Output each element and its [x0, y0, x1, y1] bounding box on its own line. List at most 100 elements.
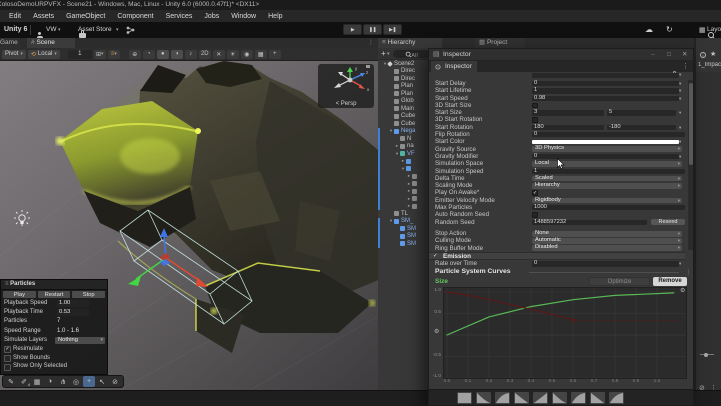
add-object-button[interactable]: +	[381, 48, 386, 59]
gravity-source-dropdown[interactable]: 3D Physics ▾	[532, 146, 682, 153]
scene-toggle-3-icon[interactable]: ◑	[170, 49, 183, 59]
max-particles-field[interactable]: 1000	[532, 204, 685, 211]
start-lifetime-field[interactable]: 1	[532, 87, 679, 94]
delta-time-dropdown[interactable]: Scaled ▾	[532, 175, 682, 182]
scene-viewport[interactable]: y z x < Persp ≡ Particles Play Restart Sto…	[0, 61, 378, 390]
snap-dropdown[interactable]: ≡ ▾	[107, 49, 120, 59]
stop-action-dropdown[interactable]: None ▾	[532, 230, 682, 237]
preset-linear-up-4-button[interactable]	[533, 391, 548, 404]
scene-toggle-4-icon[interactable]: ♪	[184, 49, 197, 59]
terrain-tool[interactable]: ✐ 4	[18, 376, 30, 388]
maximize-button[interactable]: □	[667, 49, 671, 61]
menu-window[interactable]: Window	[225, 13, 262, 20]
menu-help[interactable]: Help	[262, 13, 288, 20]
history-icon[interactable]: ↻	[666, 25, 673, 34]
tab-game[interactable]: Game	[0, 38, 20, 48]
simulation-speed-field[interactable]: 1	[532, 168, 685, 174]
scene-toggle-8-icon[interactable]: ◉	[240, 49, 253, 59]
simulation-space-dropdown[interactable]: Local ▾	[532, 160, 682, 167]
caret-icon[interactable]: ▾	[679, 87, 681, 94]
gravity-modifier-field[interactable]: 0	[532, 153, 679, 160]
show-bounds-checkbox[interactable]	[4, 355, 11, 363]
inspector-window-titlebar[interactable]: ▤ Inspector – □ ✕	[429, 49, 693, 61]
scene-toggle-2-icon[interactable]: ●	[156, 49, 169, 59]
preset-curve-up-6-button[interactable]	[571, 391, 586, 404]
menu-gameobject[interactable]: GameObject	[60, 13, 111, 20]
tab-hierarchy[interactable]: ≡ Hierarchy	[378, 38, 442, 48]
info-icon[interactable]: i	[700, 52, 706, 58]
scene-toggle-9-icon[interactable]: ▦	[254, 49, 267, 59]
caret-icon[interactable]: ▾	[679, 80, 681, 87]
clipped-field[interactable]	[532, 73, 679, 78]
scene-toggle-6-icon[interactable]: ✕	[212, 49, 225, 59]
menu-assets[interactable]: Assets	[27, 13, 60, 20]
zoom-slider-handle[interactable]	[704, 352, 708, 357]
play-on-awake-checkbox[interactable]: ✓	[532, 190, 538, 196]
flip-rotation-field[interactable]: 0	[532, 131, 685, 138]
curve-selected-label[interactable]: Size	[435, 278, 448, 285]
curve-gear-left-icon[interactable]: ⚙	[434, 328, 439, 335]
resimulate-checkbox[interactable]: ✓	[4, 346, 11, 354]
scene-orientation-gizmo[interactable]: y z x < Persp	[318, 64, 374, 108]
zoom-tool[interactable]: ◎	[70, 376, 82, 387]
sphere-tool[interactable]: ◑	[44, 376, 56, 387]
step-button[interactable]: ▶❚	[383, 24, 402, 35]
move-tool[interactable]: +	[83, 376, 95, 387]
curves-kebab-icon[interactable]: ⋮	[685, 268, 692, 276]
particles-panel-header[interactable]: ≡ Particles	[1, 280, 107, 290]
inspector-scrollbar[interactable]	[688, 80, 693, 250]
account-dropdown[interactable]: VW	[46, 22, 56, 38]
layout-grid-icon[interactable]: ▦	[699, 26, 706, 34]
start-color-swatch[interactable]	[532, 139, 679, 145]
close-button[interactable]: ✕	[682, 49, 687, 61]
tab-inspector[interactable]: i Inspector	[431, 61, 477, 72]
start-size-field-y[interactable]: 5	[607, 109, 676, 116]
favorite-star-icon[interactable]: ★	[710, 50, 716, 58]
curve-gear-right-icon[interactable]: ⚙	[680, 287, 685, 294]
inspector-kebab-icon[interactable]: ⋮	[682, 61, 689, 72]
asset-store-caret-icon[interactable]: ▾	[116, 27, 119, 33]
preset-curve-down-1-button[interactable]	[476, 391, 491, 404]
caret-icon[interactable]: ▾	[679, 260, 681, 267]
account-caret-icon[interactable]: ▾	[58, 27, 61, 33]
random-seed-field[interactable]: 1488597232	[532, 219, 647, 226]
scene-toggle-0-icon[interactable]: ⊕	[128, 49, 141, 59]
3d-start-rotation-checkbox[interactable]	[532, 117, 538, 123]
auto-random-seed-checkbox[interactable]	[532, 212, 538, 218]
scene-toggle-5-icon[interactable]: 2D	[198, 49, 211, 59]
caret-icon[interactable]: ▾	[679, 95, 681, 102]
simulate-layers-dropdown[interactable]: Nothing ▾	[55, 336, 105, 344]
brush-tool[interactable]: ✎	[5, 376, 17, 387]
start-delay-field[interactable]: 0	[532, 80, 679, 87]
cursor-tool[interactable]: ↖	[96, 376, 108, 387]
scene-toggle-10-icon[interactable]: +	[268, 49, 281, 59]
preset-curve-up-2-button[interactable]	[495, 391, 510, 404]
pivot-dropdown[interactable]: Pivot ▾	[2, 49, 26, 59]
disabled-tool[interactable]: ⊘	[109, 376, 121, 387]
layout-dropdown[interactable]: Layout	[707, 22, 721, 38]
caret-icon[interactable]: ▾	[679, 153, 681, 160]
grid-tool[interactable]: ▦	[31, 376, 43, 387]
menu-services[interactable]: Services	[160, 13, 199, 20]
start-rotation-field-x[interactable]: 180	[532, 124, 604, 131]
preset-curve-up-8-button[interactable]	[609, 391, 624, 404]
preset-linear-down-3-button[interactable]	[514, 391, 529, 404]
preset-constant-0-button[interactable]	[457, 391, 472, 404]
pause-button[interactable]: ❚❚	[363, 24, 382, 35]
start-size-field-x[interactable]: 3	[532, 109, 604, 116]
remove-button[interactable]: Remove	[653, 277, 687, 286]
add-object-caret-icon[interactable]: ▾	[387, 51, 390, 57]
grid-size-field[interactable]: 1	[67, 49, 92, 59]
projection-label[interactable]: < Persp	[318, 101, 374, 107]
particles-tool[interactable]: ⋔	[57, 376, 69, 387]
caret-icon[interactable]: ▾	[679, 109, 681, 116]
start-rotation-field-y[interactable]: -180	[607, 124, 676, 131]
stop-button[interactable]: Stop	[72, 291, 106, 298]
ring-buffer-mode-dropdown[interactable]: Disabled ▾	[532, 245, 682, 252]
menu-edit[interactable]: Edit	[3, 13, 27, 20]
preset-linear-down-7-button[interactable]	[590, 391, 605, 404]
play-button[interactable]: Play	[3, 291, 36, 298]
reseed-button[interactable]: Reseed	[651, 219, 685, 226]
playback-time-field[interactable]: 0.53	[57, 309, 89, 316]
module-header-emission[interactable]: ✓ Emission	[429, 252, 685, 260]
